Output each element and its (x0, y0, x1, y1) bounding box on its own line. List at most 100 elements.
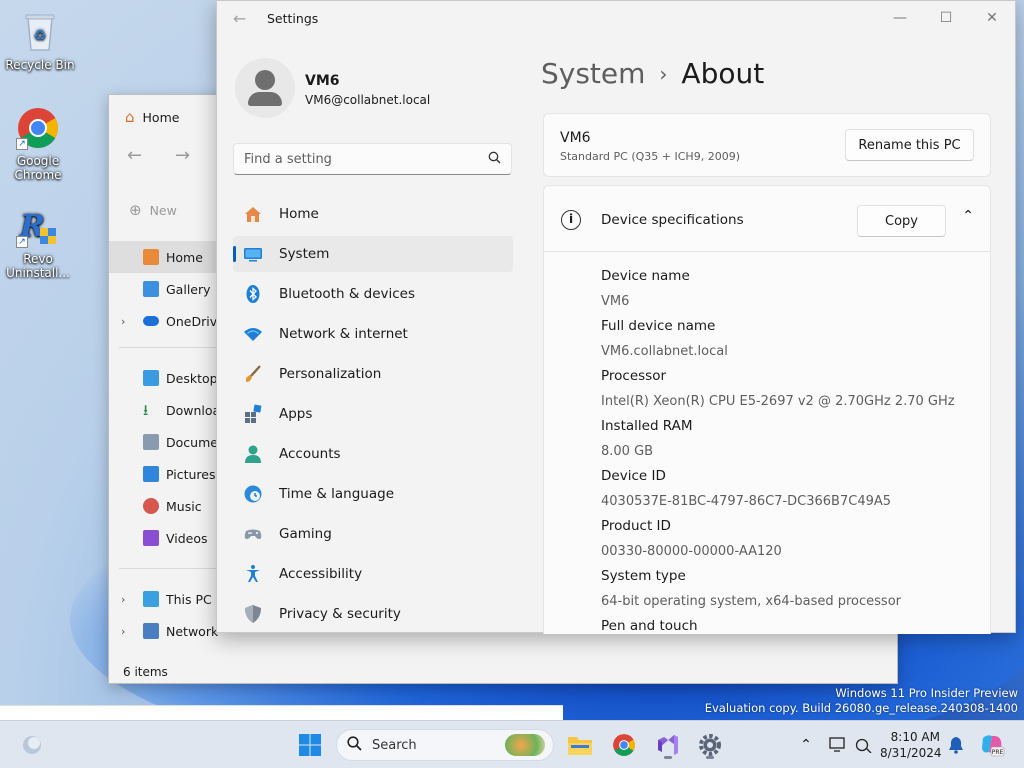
desktop-icon-revo[interactable]: R ↗ Revo Uninstall... (0, 204, 76, 280)
sidebar-item-label: Gallery (166, 281, 211, 297)
search-input[interactable] (244, 151, 464, 167)
nav-item-privacy-security[interactable]: Privacy & security (233, 596, 513, 632)
pictures-icon (143, 466, 159, 482)
file-explorer-taskbar-icon[interactable] (564, 729, 596, 761)
sidebar-item-onedrive[interactable]: › OneDrive (109, 305, 219, 337)
device-specifications-card: i Device specifications Copy ⌃ Device na… (543, 185, 991, 634)
sidebar-item-documents[interactable]: Docume (109, 426, 219, 458)
nav-item-bluetooth[interactable]: Bluetooth & devices (233, 276, 513, 312)
maximize-button[interactable]: ☐ (923, 5, 969, 31)
svg-text:PRE: PRE (992, 749, 1004, 756)
explorer-tab-home[interactable]: ⌂ Home (117, 103, 227, 131)
sidebar-item-this-pc[interactable]: › This PC (109, 583, 219, 615)
search-icon (347, 735, 362, 755)
copilot-icon[interactable]: PRE (976, 729, 1008, 761)
spec-label: Processor (601, 368, 667, 384)
videos-icon (143, 530, 159, 546)
chevron-up-icon[interactable]: ⌃ (962, 208, 974, 224)
new-button[interactable]: ⊕ New (129, 201, 177, 219)
sidebar-item-label: This PC (166, 591, 212, 607)
sidebar-item-network[interactable]: › Network (109, 615, 219, 647)
spec-value: 00330-80000-00000-AA120 (601, 544, 782, 559)
nav-item-system[interactable]: System (233, 236, 513, 272)
device-specifications-title: Device specifications (601, 212, 744, 228)
back-arrow-icon[interactable]: ← (127, 145, 142, 166)
avatar[interactable] (235, 58, 295, 118)
nav-item-label: Personalization (279, 366, 382, 382)
taskbar-search[interactable]: Search (336, 729, 554, 761)
nav-item-label: System (279, 246, 330, 262)
taskbar-search-label: Search (372, 737, 417, 753)
chevron-right-icon[interactable]: › (121, 315, 125, 328)
sidebar-item-music[interactable]: Music (109, 490, 219, 522)
sidebar-item-home[interactable]: Home (109, 241, 219, 273)
system-clock[interactable]: 8:10 AM 8/31/2024 (880, 729, 942, 761)
home-icon (243, 204, 263, 224)
desktop-icon-recycle-bin[interactable]: ♻ Recycle Bin (2, 10, 78, 72)
device-specifications-header[interactable]: i Device specifications Copy ⌃ (544, 186, 990, 252)
breadcrumb: System › About (541, 57, 764, 90)
settings-window[interactable]: ← Settings — ☐ ✕ VM6 VM6@collabnet.local… (216, 0, 1016, 636)
chevron-right-icon[interactable]: › (121, 625, 125, 638)
visual-studio-taskbar-icon[interactable] (652, 729, 684, 761)
breadcrumb-parent[interactable]: System (541, 57, 645, 90)
close-button[interactable]: ✕ (969, 5, 1015, 31)
sidebar-item-label: Pictures (166, 466, 216, 482)
sidebar-item-gallery[interactable]: Gallery (109, 273, 219, 305)
sidebar-item-pictures[interactable]: Pictures (109, 458, 219, 490)
nav-item-network[interactable]: Network & internet (233, 316, 513, 352)
chevron-right-icon[interactable]: › (121, 593, 125, 606)
back-arrow-icon[interactable]: ← (233, 9, 246, 28)
system-icon (243, 244, 263, 264)
widgets-icon[interactable] (16, 729, 48, 761)
desktop-icon-label: Recycle Bin (5, 58, 75, 72)
shield-icon (243, 604, 263, 624)
network-status-icon[interactable] (848, 729, 880, 761)
sidebar-item-label: Network (166, 623, 219, 639)
wifi-icon (243, 324, 263, 344)
sidebar-item-label: Videos (166, 530, 208, 546)
nav-item-home[interactable]: Home (233, 196, 513, 232)
nav-item-personalization[interactable]: Personalization (233, 356, 513, 392)
clock-globe-icon (243, 484, 263, 504)
accounts-icon (243, 444, 263, 464)
avatar-head (255, 70, 275, 90)
avatar-torso (248, 92, 282, 106)
nav-item-gaming[interactable]: Gaming (233, 516, 513, 552)
sidebar-item-label: Home (166, 249, 203, 265)
home-icon (143, 249, 159, 265)
home-icon: ⌂ (125, 108, 135, 126)
settings-taskbar-icon[interactable] (694, 729, 726, 761)
spec-label: Installed RAM (601, 418, 693, 434)
start-button[interactable] (294, 729, 326, 761)
spec-label: System type (601, 568, 686, 584)
chevron-up-icon[interactable]: ⌃ (790, 729, 822, 761)
sidebar-item-videos[interactable]: Videos (109, 522, 219, 554)
chrome-icon: ↗ (16, 106, 60, 150)
nav-item-time-language[interactable]: Time & language (233, 476, 513, 512)
rename-pc-button[interactable]: Rename this PC (845, 129, 974, 161)
settings-search-box[interactable] (233, 143, 512, 175)
user-name: VM6 (305, 73, 340, 89)
minimize-button[interactable]: — (877, 5, 923, 31)
spec-label: Full device name (601, 318, 716, 334)
desktop-icon-chrome[interactable]: ↗ Google Chrome (0, 106, 76, 182)
chrome-taskbar-icon[interactable] (608, 729, 640, 761)
sidebar-item-desktop[interactable]: Desktop (109, 362, 219, 394)
copy-button[interactable]: Copy (857, 205, 946, 237)
svg-text:♻: ♻ (34, 28, 47, 44)
plus-circle-icon: ⊕ (129, 201, 142, 219)
bell-icon[interactable] (940, 729, 972, 761)
brush-icon (243, 364, 263, 384)
sidebar-item-label: Docume (166, 434, 218, 450)
desktop-icon-label: Revo Uninstall... (6, 252, 70, 280)
forward-arrow-icon[interactable]: → (175, 145, 190, 166)
sidebar-item-downloads[interactable]: ⭳ Downloa (109, 394, 219, 426)
nav-item-apps[interactable]: Apps (233, 396, 513, 432)
nav-item-accessibility[interactable]: Accessibility (233, 556, 513, 592)
nav-item-accounts[interactable]: Accounts (233, 436, 513, 472)
nav-item-label: Gaming (279, 526, 332, 542)
settings-nav: Home System Bluetooth & devices Network … (233, 196, 513, 636)
desktop-icon (143, 370, 159, 386)
search-icon[interactable] (488, 151, 501, 168)
